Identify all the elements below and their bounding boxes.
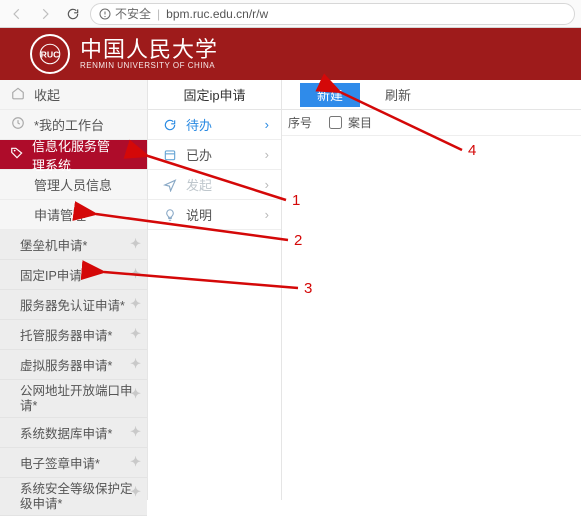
sidebar-item-db[interactable]: 系统数据库申请*✦ (0, 418, 147, 448)
insecure-label: 不安全 (115, 5, 151, 22)
sidebar-admin-info[interactable]: 管理人员信息 (0, 170, 147, 200)
sidebar-apply-mgmt[interactable]: 申请管理 (0, 200, 147, 230)
filter-done[interactable]: 已办 › (148, 140, 281, 170)
banner-title-en: RENMIN UNIVERSITY OF CHINA (80, 62, 218, 71)
toolbar: 新建 刷新 (282, 80, 581, 110)
content-panel: 新建 刷新 序号 案目 (282, 80, 581, 500)
banner: RUC 中国人民大学 RENMIN UNIVERSITY OF CHINA (0, 28, 581, 80)
plus-icon: ✦ (130, 266, 141, 282)
university-crest-icon: RUC (30, 34, 70, 74)
browser-toolbar: 不安全 | bpm.ruc.edu.cn/r/w (0, 0, 581, 28)
plus-icon: ✦ (130, 326, 141, 342)
calendar-icon (162, 148, 178, 162)
plus-icon: ✦ (130, 296, 141, 312)
select-all-checkbox[interactable] (329, 116, 342, 129)
sidebar-item-fixed-ip[interactable]: 固定IP申请*✦ (0, 260, 147, 290)
plus-icon: ✦ (130, 386, 141, 402)
sidebar-collapse[interactable]: 收起 (0, 80, 147, 110)
home-icon (10, 86, 26, 103)
address-bar[interactable]: 不安全 | bpm.ruc.edu.cn/r/w (90, 3, 575, 25)
sidebar-item-security-level[interactable]: 系统安全等级保护定级申请*✦ (0, 478, 147, 516)
sidebar-item-public-port[interactable]: 公网地址开放端口申请*✦ (0, 380, 147, 418)
lightbulb-icon (162, 208, 178, 222)
back-button[interactable] (6, 3, 28, 25)
reload-button[interactable] (62, 3, 84, 25)
col-checkbox[interactable] (322, 116, 348, 129)
col-case: 案目 (348, 114, 581, 131)
filter-pending[interactable]: 待办 › (148, 110, 281, 140)
banner-title-cn: 中国人民大学 (80, 38, 218, 62)
forward-button[interactable] (34, 3, 56, 25)
plus-icon: ✦ (130, 484, 141, 500)
sidebar-submenu: 堡垒机申请*✦ 固定IP申请*✦ 服务器免认证申请*✦ 托管服务器申请*✦ 虚拟… (0, 230, 147, 516)
refresh-icon (162, 118, 178, 132)
plus-icon: ✦ (130, 454, 141, 470)
chevron-right-icon: › (265, 147, 269, 162)
sidebar-item-hosted[interactable]: 托管服务器申请*✦ (0, 320, 147, 350)
col-seq: 序号 (282, 114, 322, 131)
sidebar-item-vm[interactable]: 虚拟服务器申请*✦ (0, 350, 147, 380)
tag-icon (10, 146, 24, 163)
sidebar-item-noauth[interactable]: 服务器免认证申请*✦ (0, 290, 147, 320)
sidebar-collapse-label: 收起 (34, 85, 60, 104)
clock-icon (10, 116, 26, 133)
chevron-right-icon: › (265, 117, 269, 132)
insecure-badge: 不安全 (99, 5, 151, 22)
plus-icon: ✦ (130, 424, 141, 440)
sidebar-admin-info-label: 管理人员信息 (34, 175, 112, 194)
sidebar-item-bastion[interactable]: 堡垒机申请*✦ (0, 230, 147, 260)
plus-icon: ✦ (130, 356, 141, 372)
svg-text:RUC: RUC (41, 49, 61, 59)
sidebar-item-esign[interactable]: 电子签章申请*✦ (0, 448, 147, 478)
new-button[interactable]: 新建 (300, 83, 360, 107)
filter-sent[interactable]: 发起 › (148, 170, 281, 200)
url-text: bpm.ruc.edu.cn/r/w (166, 7, 268, 21)
refresh-button[interactable]: 刷新 (368, 83, 428, 107)
sidebar-workspace-label: *我的工作台 (34, 115, 104, 134)
plus-icon: ✦ (130, 236, 141, 252)
sidebar-it-service-label: 信息化服务管理系统 (32, 136, 117, 174)
send-icon (162, 178, 178, 192)
chevron-right-icon: › (265, 207, 269, 222)
sidebar-apply-mgmt-label: 申请管理 (34, 205, 86, 224)
table-header: 序号 案目 (282, 110, 581, 136)
task-title: 固定ip申请 (148, 80, 281, 110)
chevron-down-icon (125, 147, 137, 162)
sidebar: 收起 *我的工作台 信息化服务管理系统 管理人员信息 申请管理 堡垒机申请 (0, 80, 148, 500)
task-filter-panel: 固定ip申请 待办 › 已办 › (148, 80, 282, 500)
sidebar-it-service[interactable]: 信息化服务管理系统 (0, 140, 147, 170)
chevron-right-icon: › (265, 177, 269, 192)
filter-help[interactable]: 说明 › (148, 200, 281, 230)
